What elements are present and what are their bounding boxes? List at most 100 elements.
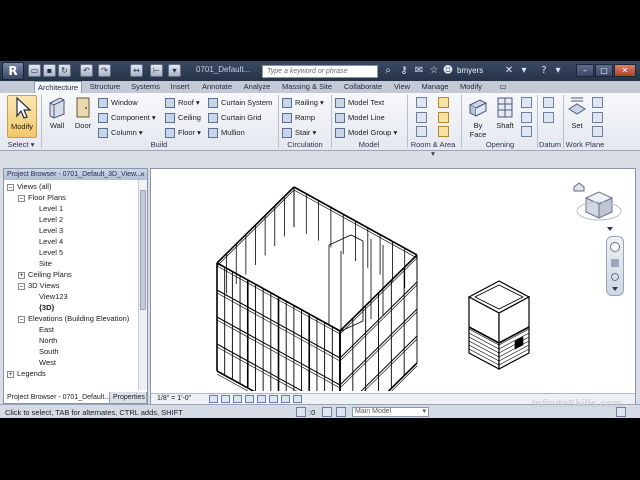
browser-scrollbar[interactable] (138, 180, 147, 390)
tab-insert[interactable]: Insert (166, 81, 194, 93)
building-3d-model[interactable] (151, 169, 635, 391)
tab-massing-site[interactable]: Massing & Site (278, 81, 336, 93)
favorites-star-icon[interactable]: ☆ (428, 65, 440, 77)
crop-view-icon[interactable] (257, 395, 266, 403)
roof-button[interactable]: Roof ▾ (165, 96, 200, 109)
set-workplane-button[interactable]: Set (566, 95, 588, 138)
tab-analyze[interactable]: Analyze (240, 81, 274, 93)
exchange-icon[interactable]: ✕ (503, 65, 515, 77)
ribbon-minimize-icon[interactable]: ▭ (496, 81, 510, 93)
3d-view-canvas[interactable]: 1/8" = 1'-0" (150, 168, 636, 404)
maximize-button[interactable]: □ (595, 64, 613, 77)
component-button[interactable]: Component ▾ (98, 111, 156, 124)
ceiling-button[interactable]: Ceiling (165, 111, 201, 124)
model-group-button[interactable]: Model Group ▾ (335, 126, 397, 139)
tab-annotate[interactable]: Annotate (198, 81, 236, 93)
search-icon[interactable]: ⌕ (382, 65, 394, 77)
tree-item[interactable]: South (7, 346, 138, 357)
temporary-hide-icon[interactable] (293, 395, 302, 403)
model-text-button[interactable]: Model Text (335, 96, 384, 109)
shaft-button[interactable]: Shaft (492, 95, 518, 138)
minimize-button[interactable]: – (576, 64, 594, 77)
tab-systems[interactable]: Systems (128, 81, 163, 93)
measure-icon[interactable]: ↔ (130, 64, 143, 77)
tag-area-icon[interactable] (438, 126, 449, 137)
collapse-icon[interactable]: − (7, 183, 14, 191)
sun-path-icon[interactable] (233, 395, 242, 403)
room-separator-icon[interactable] (416, 112, 427, 123)
railing-button[interactable]: Railing ▾ (282, 96, 324, 109)
opening-by-face-button[interactable]: By Face (466, 95, 490, 139)
detail-level-icon[interactable] (209, 395, 218, 403)
tab-architecture[interactable]: Architecture (34, 81, 82, 93)
tree-item[interactable]: + Legends (7, 368, 138, 379)
dormer-opening-icon[interactable] (521, 126, 532, 137)
column-button[interactable]: Column ▾ (98, 126, 143, 139)
wall-button[interactable]: Wall (44, 95, 70, 138)
door-button[interactable]: Door (71, 95, 95, 138)
home-icon[interactable] (573, 182, 585, 192)
mullion-button[interactable]: Mullion (208, 126, 245, 139)
window-button[interactable]: Window (98, 96, 138, 109)
tree-item[interactable]: Level 5 (7, 247, 138, 258)
open-icon[interactable]: ▭ (28, 64, 41, 77)
tree-item[interactable]: Level 2 (7, 214, 138, 225)
tree-item[interactable]: + Ceiling Plans (7, 269, 138, 280)
collapse-icon[interactable]: − (18, 315, 25, 323)
view-scale[interactable]: 1/8" = 1'-0" (157, 395, 191, 402)
visual-style-icon[interactable] (221, 395, 230, 403)
design-options-icon[interactable] (322, 407, 332, 417)
collapse-icon[interactable]: − (18, 282, 25, 290)
communication-icon[interactable]: ✉ (413, 65, 425, 77)
expand-icon[interactable]: + (18, 271, 25, 279)
tree-item[interactable]: Level 4 (7, 236, 138, 247)
pan-icon[interactable] (611, 259, 619, 267)
viewcube-dropdown-icon[interactable] (607, 227, 613, 231)
tab-modify[interactable]: Modify (456, 81, 486, 93)
tree-item[interactable]: − Elevations (Building Elevation) (7, 313, 138, 324)
nav-dropdown-icon[interactable] (612, 287, 618, 291)
room-icon[interactable] (416, 97, 427, 108)
application-menu-button[interactable]: R (2, 62, 24, 80)
ref-plane-icon[interactable] (592, 112, 603, 123)
tab-view[interactable]: View (390, 81, 414, 93)
tree-item[interactable]: − Views (all) (7, 181, 138, 192)
curtain-grid-button[interactable]: Curtain Grid (208, 111, 261, 124)
sync-icon[interactable]: ↻ (58, 64, 71, 77)
tree-item[interactable]: West (7, 357, 138, 368)
tab-project-browser[interactable]: Project Browser - 0701_Default... (4, 392, 110, 403)
expand-icon[interactable]: + (7, 370, 14, 378)
tree-item[interactable]: −3D Views (7, 280, 138, 291)
area-boundary-icon[interactable] (438, 112, 449, 123)
help-icon[interactable]: ? (538, 65, 550, 77)
undo-icon[interactable]: ↶ (80, 64, 93, 77)
wall-opening-icon[interactable] (521, 97, 532, 108)
shadows-icon[interactable] (245, 395, 254, 403)
redo-icon[interactable]: ↷ (98, 64, 111, 77)
tree-item[interactable]: {3D} (7, 302, 138, 313)
tree-item[interactable]: View123 (7, 291, 138, 302)
aligned-dimension-icon[interactable]: ⊢ (150, 64, 163, 77)
tag-room-icon[interactable] (416, 126, 427, 137)
zoom-icon[interactable] (611, 273, 619, 281)
grid-icon[interactable] (543, 112, 554, 123)
collapse-icon[interactable]: − (18, 194, 25, 202)
help-menu-icon[interactable]: ▾ (552, 65, 564, 77)
tree-item[interactable]: − Floor Plans (7, 192, 138, 203)
browser-scroll-thumb[interactable] (140, 190, 146, 310)
project-browser-title[interactable]: Project Browser - 0701_Default_3D_View..… (4, 169, 147, 180)
room-area-panel-title[interactable]: Room & Area ▾ (409, 140, 457, 158)
help-dropdown-icon[interactable]: ▾ (518, 65, 530, 77)
user-icon[interactable]: ☻ (442, 65, 454, 77)
viewer-icon[interactable] (592, 126, 603, 137)
model-line-button[interactable]: Model Line (335, 111, 385, 124)
tab-properties[interactable]: Properties (110, 392, 147, 403)
save-icon[interactable]: ▪ (43, 64, 56, 77)
tab-manage[interactable]: Manage (418, 81, 452, 93)
tree-item[interactable]: Site (7, 258, 138, 269)
main-model-select[interactable]: Main Model ▾ (352, 407, 429, 417)
tab-collaborate[interactable]: Collaborate (340, 81, 386, 93)
subscription-icon[interactable]: ⚷ (398, 65, 410, 77)
username-label[interactable]: bmyers (457, 66, 483, 75)
steering-wheel-icon[interactable] (610, 242, 620, 252)
